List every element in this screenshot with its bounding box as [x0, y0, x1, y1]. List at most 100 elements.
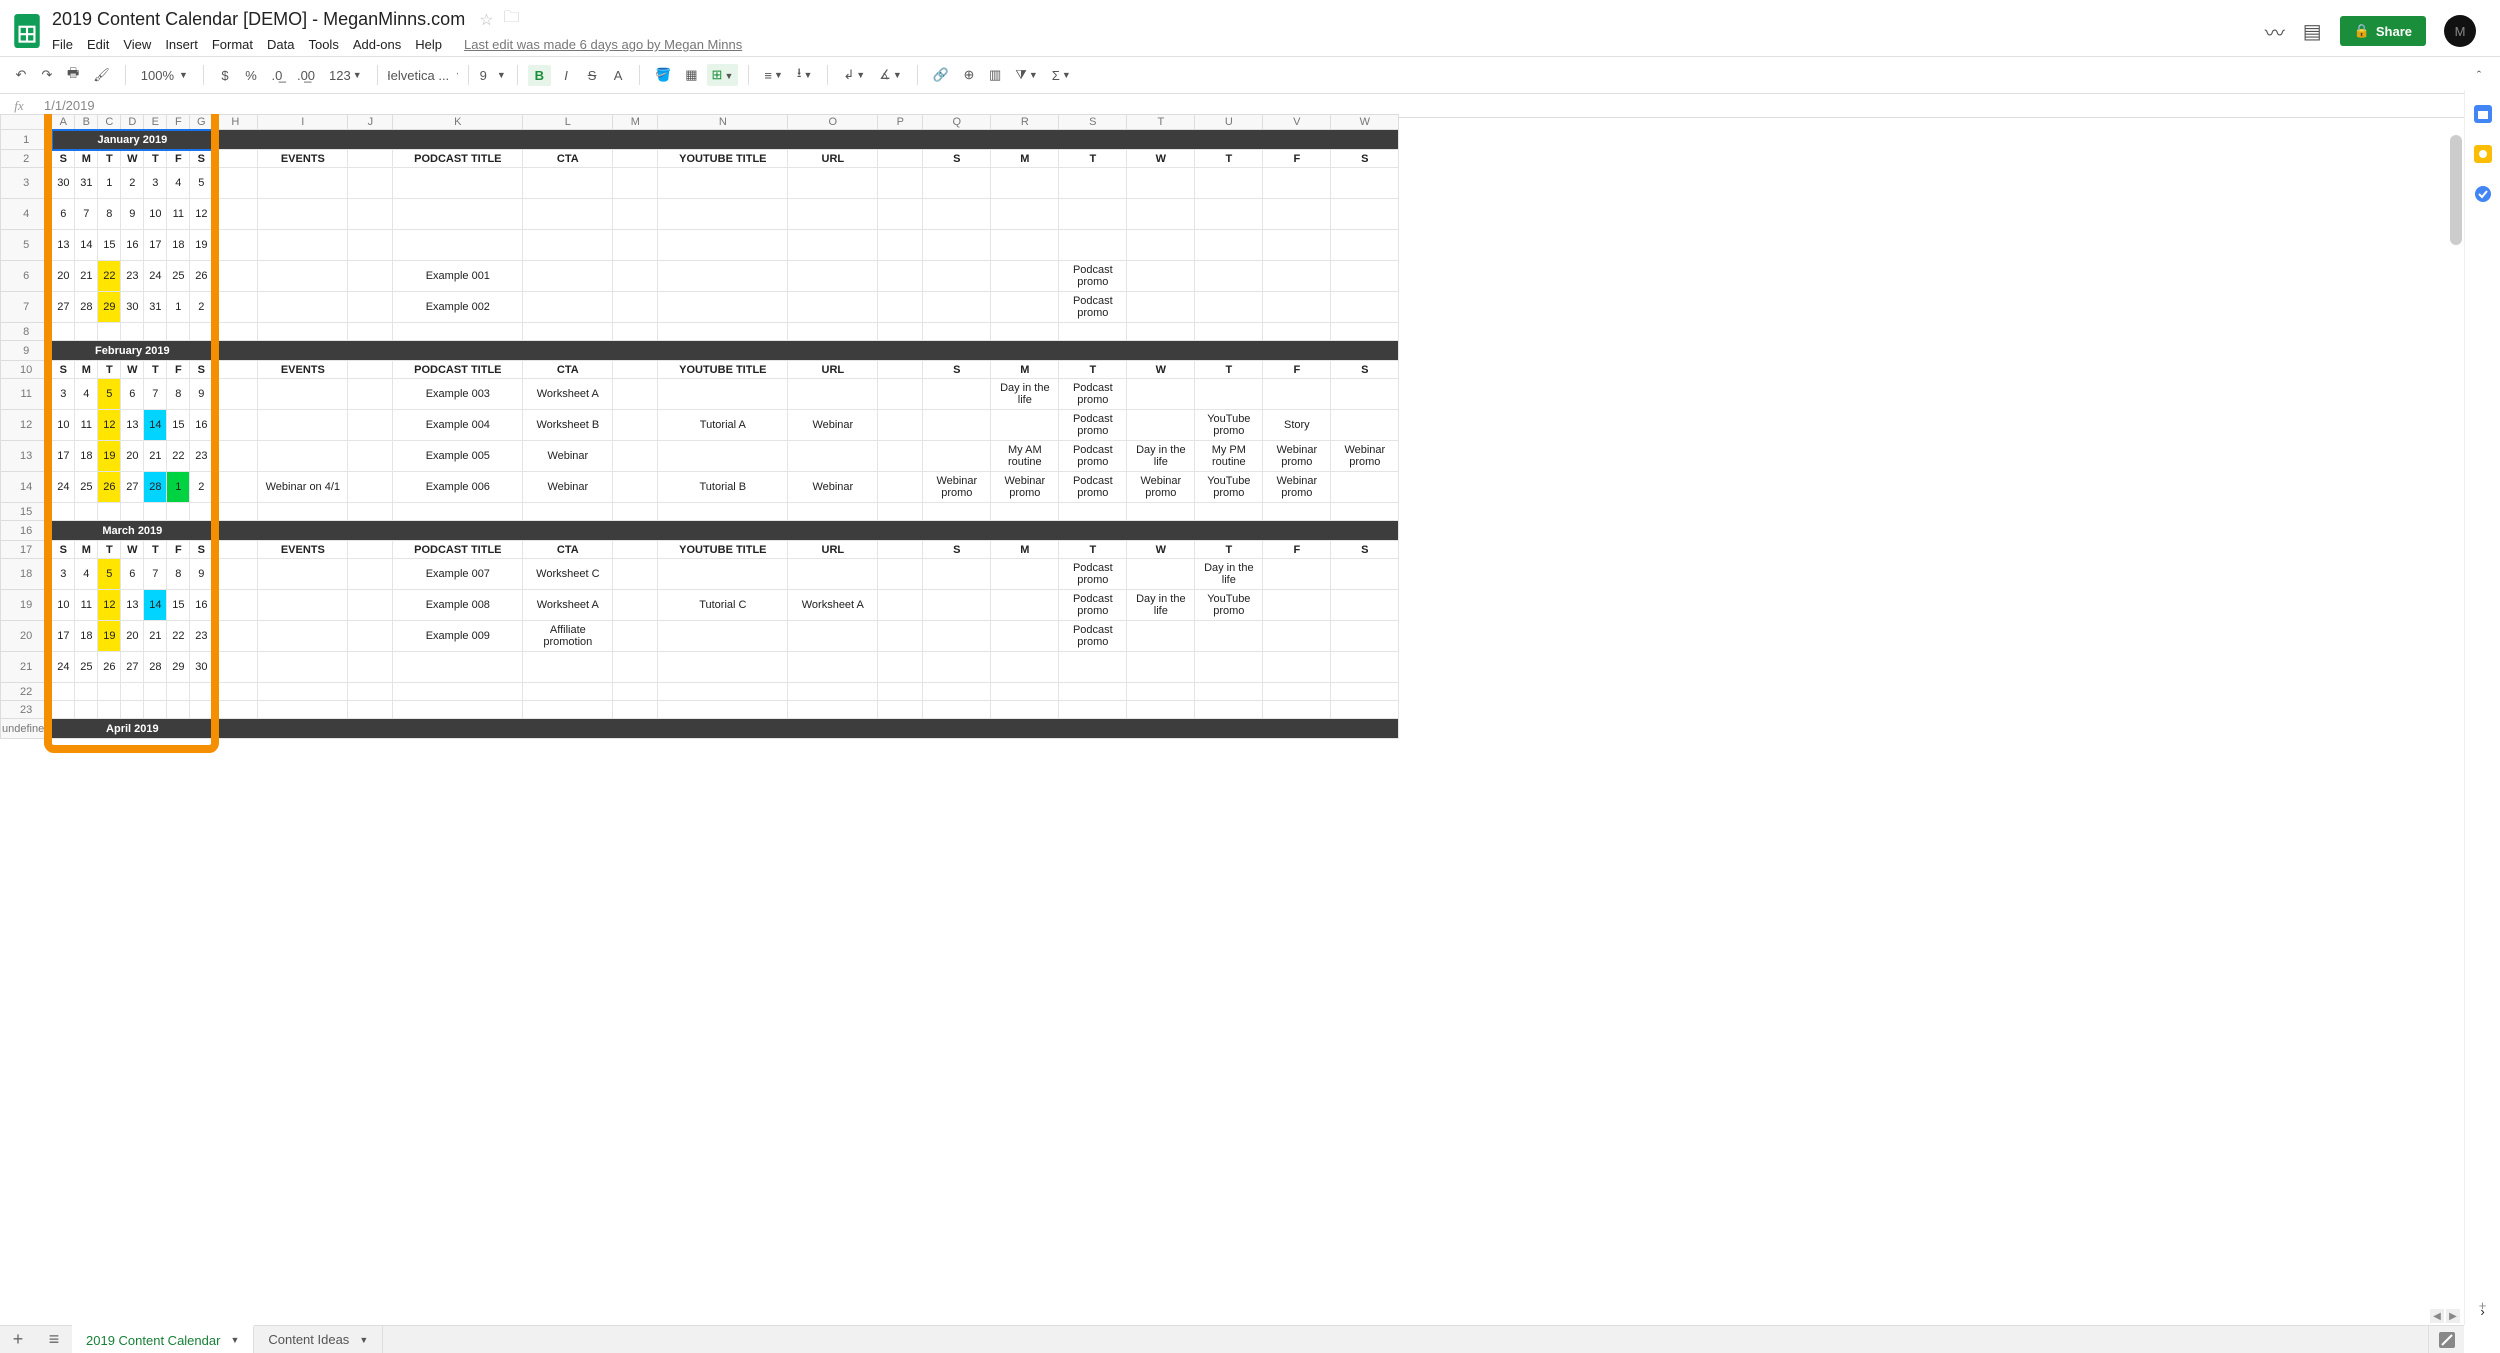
day-header-cell[interactable]: T — [1059, 541, 1127, 559]
cta-header[interactable]: CTA — [523, 150, 613, 168]
day-header-cell[interactable]: W — [121, 361, 144, 379]
italic-button[interactable]: I — [555, 64, 577, 87]
youtube-cell[interactable] — [658, 292, 788, 323]
calendar-day-cell[interactable]: 5 — [98, 379, 121, 410]
column-header[interactable]: P — [878, 115, 923, 130]
youtube-cell[interactable]: Tutorial C — [658, 590, 788, 621]
row-header[interactable]: 17 — [1, 541, 52, 559]
youtube-cell[interactable] — [658, 199, 788, 230]
schedule-cell[interactable]: Podcast promo — [1059, 590, 1127, 621]
calendar-day-cell[interactable]: 1 — [98, 168, 121, 199]
url-header[interactable]: URL — [788, 361, 878, 379]
decrease-decimal-icon[interactable]: .0̲ — [266, 64, 288, 87]
schedule-cell[interactable] — [1127, 410, 1195, 441]
podcast-cell[interactable]: Example 007 — [393, 559, 523, 590]
calendar-day-cell[interactable]: 18 — [75, 441, 98, 472]
day-header-cell[interactable]: F — [167, 361, 190, 379]
add-sheet-button[interactable]: + — [0, 1326, 36, 1353]
cta-header[interactable]: CTA — [523, 361, 613, 379]
calendar-day-cell[interactable]: 13 — [121, 590, 144, 621]
column-header[interactable]: Q — [923, 115, 991, 130]
events-cell[interactable] — [258, 168, 348, 199]
filter-icon[interactable]: ⧩▼ — [1010, 63, 1043, 87]
url-cell[interactable] — [788, 230, 878, 261]
calendar-day-cell[interactable]: 30 — [121, 292, 144, 323]
day-header-cell[interactable]: F — [167, 150, 190, 168]
day-header-cell[interactable]: T — [144, 150, 167, 168]
calendar-day-cell[interactable]: 20 — [121, 441, 144, 472]
calendar-day-cell[interactable]: 23 — [121, 261, 144, 292]
youtube-header[interactable]: YOUTUBE TITLE — [658, 361, 788, 379]
day-header-cell[interactable]: W — [121, 150, 144, 168]
calendar-day-cell[interactable]: 18 — [167, 230, 190, 261]
calendar-day-cell[interactable]: 20 — [52, 261, 75, 292]
column-header[interactable]: G — [190, 115, 213, 130]
column-header[interactable]: V — [1263, 115, 1331, 130]
calendar-day-cell[interactable]: 21 — [144, 441, 167, 472]
schedule-cell[interactable] — [1331, 230, 1399, 261]
month-header-cell[interactable] — [213, 521, 1399, 541]
youtube-cell[interactable] — [658, 261, 788, 292]
day-header-cell[interactable]: F — [167, 541, 190, 559]
column-header[interactable]: O — [788, 115, 878, 130]
schedule-cell[interactable]: Webinar promo — [1263, 472, 1331, 503]
print-icon[interactable]: 🖶 — [62, 60, 84, 90]
schedule-cell[interactable] — [991, 199, 1059, 230]
row-header[interactable]: 7 — [1, 292, 52, 323]
day-header-cell[interactable]: S — [923, 150, 991, 168]
url-cell[interactable] — [788, 379, 878, 410]
calendar-day-cell[interactable]: 26 — [98, 652, 121, 683]
font-size-dropdown[interactable]: 9▼ — [479, 64, 507, 87]
cta-cell[interactable]: Webinar — [523, 441, 613, 472]
youtube-cell[interactable] — [658, 559, 788, 590]
menu-data[interactable]: Data — [267, 37, 294, 52]
schedule-cell[interactable] — [1195, 621, 1263, 652]
calendar-day-cell[interactable]: 7 — [144, 559, 167, 590]
row-header[interactable]: 8 — [1, 323, 52, 341]
youtube-cell[interactable] — [658, 441, 788, 472]
day-header-cell[interactable]: M — [991, 361, 1059, 379]
cta-cell[interactable]: Affiliate promotion — [523, 621, 613, 652]
calendar-day-cell[interactable]: 29 — [167, 652, 190, 683]
schedule-cell[interactable] — [991, 410, 1059, 441]
cta-cell[interactable] — [523, 199, 613, 230]
text-color-icon[interactable]: A — [607, 64, 629, 87]
day-header-cell[interactable]: T — [98, 361, 121, 379]
schedule-cell[interactable] — [1263, 292, 1331, 323]
day-header-cell[interactable]: F — [1263, 541, 1331, 559]
calendar-day-cell[interactable]: 3 — [144, 168, 167, 199]
row-header[interactable]: 11 — [1, 379, 52, 410]
merge-cells-icon[interactable]: ⊞▼ — [707, 64, 739, 86]
keep-addon-icon[interactable] — [2473, 144, 2493, 164]
schedule-cell[interactable] — [1127, 652, 1195, 683]
cta-cell[interactable]: Worksheet C — [523, 559, 613, 590]
calendar-day-cell[interactable]: 26 — [190, 261, 213, 292]
last-edit-text[interactable]: Last edit was made 6 days ago by Megan M… — [464, 37, 742, 52]
calendar-day-cell[interactable]: 17 — [52, 621, 75, 652]
calendar-day-cell[interactable]: 9 — [190, 379, 213, 410]
schedule-cell[interactable] — [923, 410, 991, 441]
schedule-cell[interactable] — [1195, 261, 1263, 292]
insert-link-icon[interactable]: 🔗 — [928, 63, 954, 87]
url-header[interactable]: URL — [788, 541, 878, 559]
schedule-cell[interactable] — [1331, 261, 1399, 292]
schedule-cell[interactable] — [1331, 292, 1399, 323]
day-header-cell[interactable]: S — [1331, 150, 1399, 168]
events-cell[interactable] — [258, 621, 348, 652]
scroll-right-icon[interactable]: ▶ — [2446, 1309, 2460, 1323]
calendar-day-cell[interactable]: 24 — [52, 472, 75, 503]
day-header-cell[interactable]: S — [190, 541, 213, 559]
currency-icon[interactable]: $ — [214, 64, 236, 87]
calendar-day-cell[interactable]: 1 — [167, 472, 190, 503]
calendar-day-cell[interactable]: 15 — [167, 410, 190, 441]
schedule-cell[interactable]: Webinar promo — [1331, 441, 1399, 472]
schedule-cell[interactable] — [991, 652, 1059, 683]
day-header-cell[interactable]: T — [98, 150, 121, 168]
schedule-cell[interactable] — [991, 168, 1059, 199]
youtube-cell[interactable] — [658, 379, 788, 410]
formula-input[interactable] — [38, 96, 2500, 115]
schedule-cell[interactable] — [1195, 652, 1263, 683]
calendar-day-cell[interactable]: 11 — [75, 410, 98, 441]
podcast-cell[interactable]: Example 008 — [393, 590, 523, 621]
calendar-day-cell[interactable]: 18 — [75, 621, 98, 652]
